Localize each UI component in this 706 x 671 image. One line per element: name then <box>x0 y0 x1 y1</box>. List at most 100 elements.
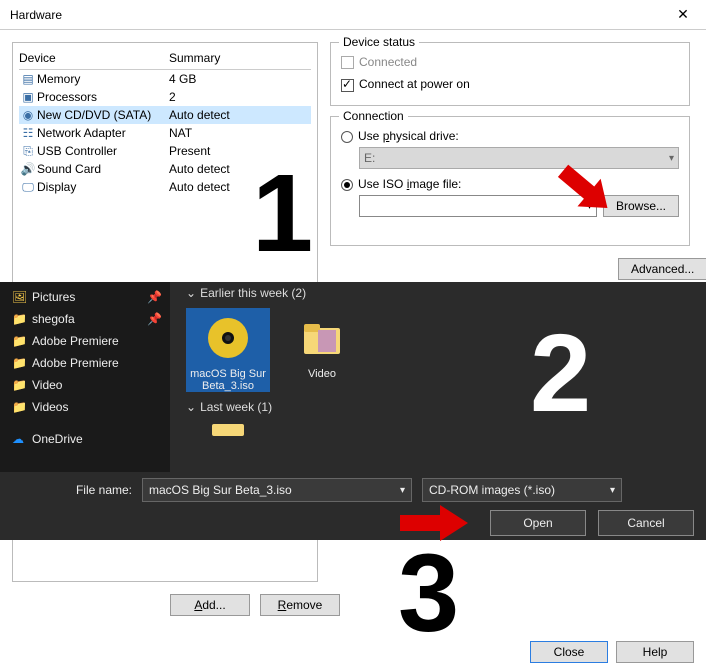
sidebar-item[interactable]: 📁Adobe Premiere <box>0 352 170 374</box>
filename-value: macOS Big Sur Beta_3.iso <box>149 483 292 497</box>
filename-input[interactable]: macOS Big Sur Beta_3.iso ▾ <box>142 478 412 502</box>
display-icon: 🖵 <box>19 180 37 195</box>
memory-icon: ▤ <box>19 72 37 86</box>
drive-value: E: <box>364 151 375 165</box>
filetype-select[interactable]: CD-ROM images (*.iso) ▾ <box>422 478 622 502</box>
device-summary: 2 <box>169 90 176 104</box>
cpu-icon: ▣ <box>19 90 37 104</box>
folder-icon <box>200 424 256 436</box>
help-button[interactable]: Help <box>616 641 694 663</box>
file-item-folder[interactable] <box>186 422 270 438</box>
folder-icon <box>294 310 350 366</box>
device-row[interactable]: ⎘ USB Controller Present <box>19 142 311 160</box>
use-iso-radio[interactable]: Use ISO image file: <box>331 173 689 195</box>
picker-sidebar: 🖼Pictures📌 📁shegofa📌 📁Adobe Premiere 📁Ad… <box>0 282 170 472</box>
device-summary: Auto detect <box>169 108 230 122</box>
physical-drive-select: E: ▾ <box>359 147 679 169</box>
connection-legend: Connection <box>339 109 408 123</box>
sound-icon: 🔊 <box>19 162 37 176</box>
titlebar: Hardware ✕ <box>0 0 706 30</box>
folder-icon: 📁 <box>12 356 32 370</box>
filename-label: File name: <box>12 483 132 497</box>
chevron-down-icon: ▾ <box>587 201 592 212</box>
device-name: Network Adapter <box>37 126 169 140</box>
folder-icon: 🖼 <box>12 290 32 304</box>
folder-icon: 📁 <box>12 312 32 326</box>
device-summary: NAT <box>169 126 192 140</box>
usb-icon: ⎘ <box>19 144 37 159</box>
picker-bottom: File name: macOS Big Sur Beta_3.iso ▾ CD-… <box>0 472 706 540</box>
filetype-value: CD-ROM images (*.iso) <box>429 483 555 497</box>
sidebar-label: Video <box>32 378 62 392</box>
device-name: Processors <box>37 90 169 104</box>
sidebar-label: shegofa <box>32 312 75 326</box>
file-label: Video <box>280 368 364 380</box>
sidebar-item[interactable]: 📁Adobe Premiere <box>0 330 170 352</box>
sidebar-item[interactable]: 🖼Pictures📌 <box>0 286 170 308</box>
device-buttons: AAdd...dd... Remove <box>170 594 340 616</box>
open-button[interactable]: Open <box>490 510 586 536</box>
folder-icon: 📁 <box>12 400 32 414</box>
device-summary: Auto detect <box>169 162 230 176</box>
sidebar-item[interactable]: 📁Videos <box>0 396 170 418</box>
file-item-folder[interactable]: Video <box>280 308 364 392</box>
radio-icon <box>341 131 353 143</box>
device-name: Sound Card <box>37 162 169 176</box>
checkbox-icon <box>341 79 354 92</box>
sidebar-label: Adobe Premiere <box>32 334 119 348</box>
file-item-iso[interactable]: macOS Big Sur Beta_3.iso <box>186 308 270 392</box>
device-name: New CD/DVD (SATA) <box>37 108 169 122</box>
use-physical-radio[interactable]: Use physical drive: <box>331 125 689 147</box>
net-icon: ☷ <box>19 126 37 140</box>
sidebar-item[interactable]: 📁shegofa 📌 <box>0 308 170 330</box>
chevron-down-icon: ⌄ <box>186 400 196 414</box>
radio-icon <box>341 179 353 191</box>
device-summary: Present <box>169 144 210 158</box>
device-name: Memory <box>37 72 169 86</box>
sidebar-item[interactable]: 📁Video <box>0 374 170 396</box>
file-picker: 🖼Pictures📌 📁shegofa📌 📁Adobe Premiere 📁Ad… <box>0 282 706 540</box>
device-name: Display <box>37 180 169 194</box>
cloud-icon: ☁ <box>12 432 32 446</box>
folder-icon: 📁 <box>12 378 32 392</box>
sidebar-label: Pictures <box>32 290 75 304</box>
cancel-button[interactable]: Cancel <box>598 510 694 536</box>
browse-button[interactable]: Browse... <box>603 195 679 217</box>
device-row[interactable]: ◉ New CD/DVD (SATA) Auto detect <box>19 106 311 124</box>
advanced-button[interactable]: Advanced... <box>618 258 706 280</box>
device-row[interactable]: ▤ Memory 4 GB <box>19 70 311 88</box>
checkbox-icon <box>341 56 354 69</box>
device-row[interactable]: 🖵 Display Auto detect <box>19 178 311 196</box>
device-row[interactable]: ▣ Processors 2 <box>19 88 311 106</box>
chevron-down-icon: ⌄ <box>186 286 196 300</box>
files-area: ⌄Earlier this week (2) macOS Big Sur Bet… <box>180 282 706 458</box>
sidebar-label: Videos <box>32 400 68 414</box>
group-header[interactable]: ⌄Earlier this week (2) <box>180 282 706 304</box>
step-number: 3 <box>398 530 459 657</box>
chevron-down-icon: ▾ <box>669 153 674 164</box>
connection-group: Connection Use physical drive: E:▾ Use I… <box>330 116 690 246</box>
cd-icon: ◉ <box>19 108 37 122</box>
device-status-legend: Device status <box>339 35 419 49</box>
close-button[interactable]: Close <box>530 641 608 663</box>
connected-label: Connected <box>359 55 417 69</box>
device-row[interactable]: ☷ Network Adapter NAT <box>19 124 311 142</box>
device-summary: Auto detect <box>169 180 230 194</box>
col-device: Device <box>19 51 169 65</box>
chevron-down-icon: ▾ <box>400 485 405 496</box>
sidebar-item-onedrive[interactable]: ☁OneDrive <box>0 428 170 450</box>
close-icon[interactable]: ✕ <box>660 0 706 30</box>
chevron-down-icon: ▾ <box>610 485 615 496</box>
device-status-group: Device status Connected Connect at power… <box>330 42 690 106</box>
connected-checkbox: Connected <box>331 51 689 73</box>
connect-at-poweron-checkbox[interactable]: Connect at power on <box>331 73 689 95</box>
file-label: macOS Big Sur Beta_3.iso <box>186 368 270 392</box>
remove-button[interactable]: Remove <box>260 594 340 616</box>
add-button[interactable]: AAdd...dd... <box>170 594 250 616</box>
pin-icon: 📌 <box>147 312 162 326</box>
device-summary: 4 GB <box>169 72 196 86</box>
device-row[interactable]: 🔊 Sound Card Auto detect <box>19 160 311 178</box>
iso-path-input[interactable]: ▾ <box>359 195 597 217</box>
group-header[interactable]: ⌄Last week (1) <box>180 396 706 418</box>
dialog-buttons: Close Help <box>530 641 694 663</box>
